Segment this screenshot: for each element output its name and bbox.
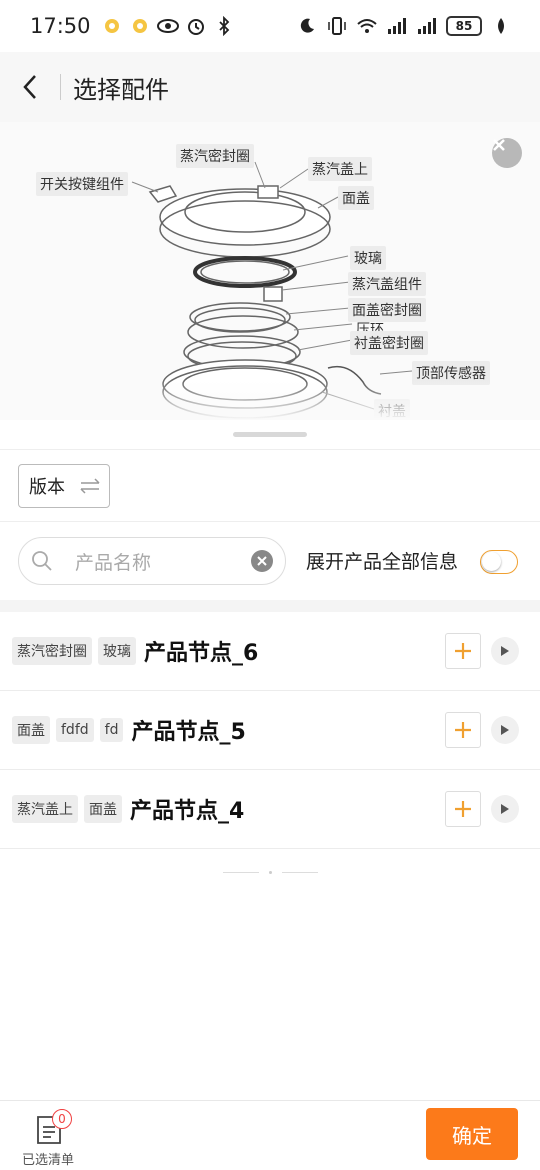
add-button[interactable] xyxy=(445,791,481,827)
page-title: 选择配件 xyxy=(73,75,169,104)
plus-icon xyxy=(455,801,471,817)
list-item[interactable]: 蒸汽密封圈 玻璃 产品节点_6 xyxy=(0,612,540,691)
bluetooth-icon xyxy=(213,15,235,37)
version-label: 版本 xyxy=(29,477,65,498)
play-icon xyxy=(501,725,509,735)
exploded-diagram[interactable]: 蒸汽密封圈 开关按键组件 蒸汽盖上 面盖 玻璃 蒸汽盖组件 面盖密封圈 压环 衬… xyxy=(0,122,540,420)
status-notification-icons xyxy=(101,15,235,37)
chevron-left-icon xyxy=(23,75,36,99)
selected-list-button[interactable]: 0 已选清单 xyxy=(20,1107,80,1168)
vibrate-icon xyxy=(326,15,348,37)
plus-icon xyxy=(455,643,471,659)
status-time: 17:50 xyxy=(30,14,91,38)
signal-icon xyxy=(386,15,408,37)
diagram-close-button[interactable] xyxy=(492,138,522,168)
close-icon xyxy=(257,556,267,566)
part-tag: 玻璃 xyxy=(98,637,136,665)
leaf-icon xyxy=(490,15,512,37)
callout-steam-ring: 蒸汽密封圈 xyxy=(176,144,254,168)
part-tag: 蒸汽密封圈 xyxy=(12,637,92,665)
divider xyxy=(222,871,259,873)
header-divider xyxy=(60,74,61,100)
eye-icon xyxy=(156,15,179,37)
expand-row-button[interactable] xyxy=(491,637,519,665)
search-icon xyxy=(32,551,52,571)
signal-icon xyxy=(416,15,438,37)
callout-switch-button: 开关按键组件 xyxy=(36,172,128,196)
expand-info-label: 展开产品全部信息 xyxy=(306,551,459,573)
play-icon xyxy=(501,804,509,814)
selected-count-badge: 0 xyxy=(52,1109,72,1129)
list-end-indicator xyxy=(0,866,540,878)
version-row: 版本 xyxy=(0,450,540,522)
play-icon xyxy=(501,646,509,656)
moon-icon xyxy=(296,15,318,37)
plus-icon xyxy=(455,722,471,738)
toggle-knob xyxy=(482,552,501,571)
callout-face-cover: 面盖 xyxy=(338,186,374,210)
callout-steam-cover-assembly: 蒸汽盖组件 xyxy=(348,272,426,296)
sheet-drag-zone[interactable] xyxy=(0,420,540,450)
add-button[interactable] xyxy=(445,633,481,669)
list-item[interactable]: 蒸汽盖上 面盖 产品节点_4 xyxy=(0,770,540,849)
section-gap xyxy=(0,600,540,612)
swap-arrows-icon xyxy=(80,478,100,494)
product-name: 产品节点_5 xyxy=(131,720,246,745)
drag-handle[interactable] xyxy=(233,432,307,437)
page-header: 选择配件 xyxy=(0,52,540,122)
alarm-icon xyxy=(185,15,207,37)
expand-row-button[interactable] xyxy=(491,716,519,744)
add-button[interactable] xyxy=(445,712,481,748)
expand-row-button[interactable] xyxy=(491,795,519,823)
part-tag: 面盖 xyxy=(84,795,122,823)
part-tag: 蒸汽盖上 xyxy=(12,795,78,823)
search-placeholder: 产品名称 xyxy=(75,551,152,574)
product-list: 蒸汽密封圈 玻璃 产品节点_6 面盖 fdfd fd 产品节点_5 蒸汽盖上 面… xyxy=(0,612,540,849)
status-system-icons: 85 xyxy=(296,15,512,37)
status-bar: 17:50 85 xyxy=(0,0,540,52)
callout-steam-cover-top: 蒸汽盖上 xyxy=(308,157,372,181)
part-tag: fd xyxy=(99,718,124,742)
confirm-button[interactable]: 确定 xyxy=(426,1108,518,1160)
divider-dot xyxy=(268,870,272,874)
divider xyxy=(281,871,318,873)
callout-glass: 玻璃 xyxy=(350,246,386,270)
product-name: 产品节点_4 xyxy=(130,799,245,824)
diagram-fade xyxy=(0,380,540,420)
clear-search-button[interactable] xyxy=(251,550,273,572)
close-icon xyxy=(493,139,505,151)
product-name: 产品节点_6 xyxy=(144,641,259,666)
battery-indicator: 85 xyxy=(446,16,482,36)
search-row: 产品名称 展开产品全部信息 xyxy=(0,522,540,600)
app-notification-icon xyxy=(129,15,151,37)
bottom-bar: 0 已选清单 确定 xyxy=(0,1100,540,1170)
part-tag: 面盖 xyxy=(12,716,50,744)
app-notification-icon xyxy=(101,15,123,37)
list-item[interactable]: 面盖 fdfd fd 产品节点_5 xyxy=(0,691,540,770)
version-switch-button[interactable]: 版本 xyxy=(18,464,110,508)
back-button[interactable] xyxy=(0,52,60,122)
part-tag: fdfd xyxy=(56,718,94,742)
search-input[interactable]: 产品名称 xyxy=(18,537,286,585)
selected-list-label: 已选清单 xyxy=(22,1153,75,1168)
expand-info-toggle[interactable] xyxy=(480,550,518,574)
callout-liner-cover-ring: 衬盖密封圈 xyxy=(350,331,428,355)
wifi-icon xyxy=(356,15,378,37)
